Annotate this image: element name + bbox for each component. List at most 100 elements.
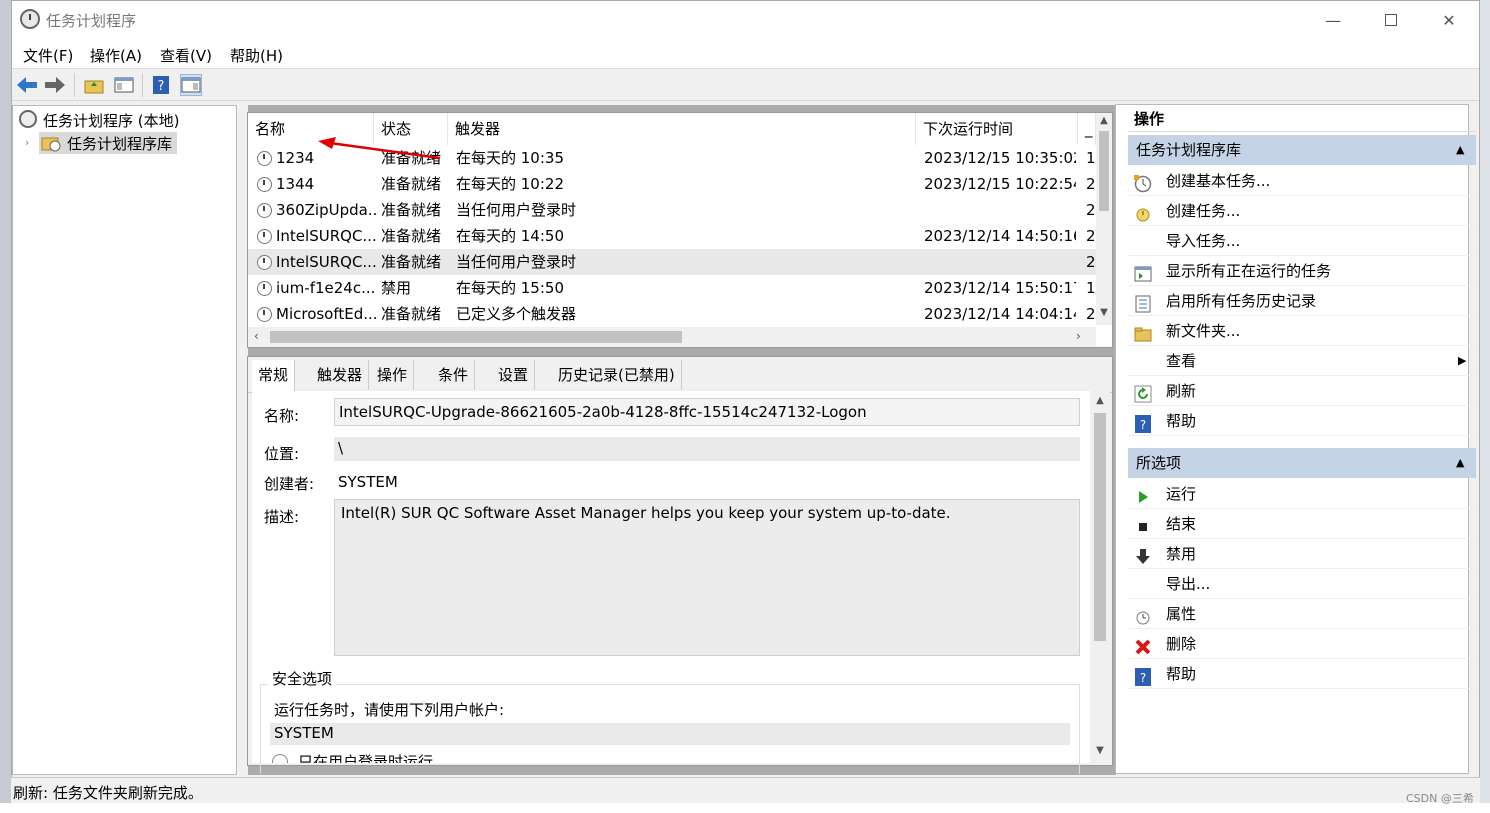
author-label: 创建者:	[264, 475, 315, 493]
task-next-run: 2023/12/14 15:50:17	[924, 279, 1076, 297]
column-more[interactable]: _	[1078, 113, 1096, 145]
scroll-left-icon[interactable]: ‹	[254, 329, 259, 343]
scroll-down-icon[interactable]: ▼	[1096, 307, 1112, 321]
export-icon	[1134, 576, 1152, 594]
detail-pane: 常规 触发器 操作 条件 设置 历史记录(已禁用) 名称: IntelSURQC…	[247, 356, 1113, 774]
hscroll-thumb[interactable]	[270, 331, 682, 343]
action-pane-icon	[181, 77, 201, 93]
show-hide-action-pane-button[interactable]	[180, 74, 202, 96]
action-end-label: 结束	[1166, 515, 1197, 533]
refresh-icon	[1134, 383, 1152, 403]
tab-actions[interactable]: 操作	[371, 360, 415, 390]
action-run[interactable]: 运行	[1128, 479, 1476, 509]
menu-action[interactable]: 操作(A)	[90, 45, 142, 66]
folder-clock-icon	[41, 137, 61, 152]
status-text: 刷新: 任务文件夹刷新完成。	[13, 784, 203, 802]
table-row[interactable]: IntelSURQC... 准备就绪 当任何用户登录时 2	[248, 249, 1096, 275]
tab-history[interactable]: 历史记录(已禁用)	[552, 360, 682, 390]
back-button[interactable]	[16, 74, 38, 96]
action-help[interactable]: ? 帮助	[1128, 406, 1476, 436]
scroll-right-icon[interactable]: ›	[1076, 329, 1081, 343]
menu-help[interactable]: 帮助(H)	[230, 45, 283, 66]
column-trigger[interactable]: 触发器	[448, 113, 916, 145]
radio-logged-on[interactable]	[272, 754, 288, 763]
horizontal-scrollbar[interactable]: ‹ ›	[248, 327, 1096, 347]
description-field[interactable]: Intel(R) SUR QC Software Asset Manager h…	[334, 499, 1080, 656]
action-create-basic-task-label: 创建基本任务...	[1166, 172, 1271, 190]
run-icon	[1134, 486, 1152, 504]
clock-icon	[19, 110, 37, 128]
name-field[interactable]: IntelSURQC-Upgrade-86621605-2a0b-4128-8f…	[334, 398, 1080, 426]
section-selected[interactable]: 所选项 ▲	[1128, 448, 1476, 478]
tab-conditions[interactable]: 条件	[432, 360, 476, 390]
action-new-folder[interactable]: 新文件夹...	[1128, 316, 1476, 346]
task-trigger: 在每天的 10:35	[456, 149, 564, 167]
action-refresh[interactable]: 刷新	[1128, 376, 1476, 406]
task-status: 准备就绪	[381, 305, 442, 323]
help-button[interactable]: ?	[150, 74, 172, 96]
collapse-up-icon[interactable]: ▲	[1456, 448, 1464, 478]
action-enable-history[interactable]: 启用所有任务历史记录	[1128, 286, 1476, 316]
minimize-icon: —	[1325, 10, 1341, 30]
tab-general[interactable]: 常规	[252, 360, 296, 393]
chevron-right-icon[interactable]: ›	[25, 136, 29, 149]
action-export[interactable]: 导出...	[1128, 569, 1476, 599]
action-show-running[interactable]: 显示所有正在运行的任务	[1128, 256, 1476, 286]
action-view[interactable]: 查看 ▶	[1128, 346, 1476, 376]
clock-icon	[20, 9, 40, 29]
forward-arrow-icon	[45, 77, 65, 93]
maximize-button[interactable]	[1362, 1, 1420, 39]
action-disable[interactable]: 禁用	[1128, 539, 1476, 569]
toolbar-separator	[142, 73, 143, 97]
close-button[interactable]: ✕	[1420, 1, 1478, 39]
table-row[interactable]: IntelSURQC... 准备就绪 在每天的 14:50 2023/12/14 14…	[248, 223, 1096, 249]
action-delete[interactable]: 删除	[1128, 629, 1476, 659]
task-name: IntelSURQC...	[276, 253, 376, 271]
show-hide-tree-button[interactable]	[113, 74, 135, 96]
action-create-basic-task[interactable]: 创建基本任务...	[1128, 166, 1476, 196]
up-folder-button[interactable]	[83, 74, 105, 96]
action-properties-label: 属性	[1166, 605, 1197, 623]
collapse-up-icon[interactable]: ▲	[1456, 135, 1464, 165]
table-row[interactable]: 360ZipUpda... 准备就绪 当任何用户登录时 2	[248, 197, 1096, 223]
action-create-task[interactable]: 创建任务...	[1128, 196, 1476, 226]
svg-text:?: ?	[1140, 671, 1146, 685]
status-bar: 刷新: 任务文件夹刷新完成。	[11, 777, 1480, 803]
menu-view[interactable]: 查看(V)	[160, 45, 212, 66]
actions-header: 操作	[1128, 106, 1476, 132]
table-row[interactable]: ium-f1e24c... 禁用 在每天的 15:50 2023/12/14 15:5…	[248, 275, 1096, 301]
detail-vertical-scrollbar[interactable]: ▲ ▼	[1090, 391, 1110, 763]
disable-icon	[1134, 546, 1152, 564]
menu-file[interactable]: 文件(F)	[23, 45, 73, 66]
vertical-scrollbar[interactable]: ▲ ▼	[1096, 113, 1112, 325]
detail-scroll-thumb[interactable]	[1094, 413, 1106, 641]
task-trigger: 当任何用户登录时	[456, 201, 577, 219]
table-row[interactable]: 1344 准备就绪 在每天的 10:22 2023/12/15 10:22:54 2	[248, 171, 1096, 197]
action-enable-history-label: 启用所有任务历史记录	[1166, 292, 1317, 310]
tab-settings[interactable]: 设置	[492, 360, 536, 390]
action-help-selected[interactable]: ? 帮助	[1128, 659, 1476, 689]
action-end[interactable]: 结束	[1128, 509, 1476, 539]
table-row[interactable]: MicrosoftEd... 准备就绪 已定义多个触发器 2023/12/14 14:…	[248, 301, 1096, 327]
task-name: ium-f1e24c...	[276, 279, 376, 297]
action-help-label: 帮助	[1166, 412, 1197, 430]
title-bar[interactable]: 任务计划程序 — ✕	[12, 1, 1479, 39]
scroll-down-icon[interactable]: ▼	[1090, 745, 1110, 756]
minimize-button[interactable]: —	[1304, 1, 1362, 39]
action-import-task[interactable]: 导入任务...	[1128, 226, 1476, 256]
action-properties[interactable]: 属性	[1128, 599, 1476, 629]
tree-root-label[interactable]: 任务计划程序 (本地)	[43, 110, 179, 131]
scroll-thumb[interactable]	[1099, 131, 1109, 211]
section-library[interactable]: 任务计划程序库 ▲	[1128, 135, 1476, 165]
task-extra: 2	[1086, 201, 1096, 219]
forward-button[interactable]	[44, 74, 66, 96]
tree-item-library[interactable]: 任务计划程序库	[39, 132, 177, 154]
svg-text:?: ?	[158, 79, 165, 94]
help-icon: ?	[1134, 413, 1152, 433]
column-next-run[interactable]: 下次运行时间	[916, 113, 1078, 145]
scroll-up-icon[interactable]: ▲	[1096, 115, 1112, 129]
task-extra: 2	[1086, 305, 1096, 323]
scroll-up-icon[interactable]: ▲	[1090, 395, 1110, 406]
action-disable-label: 禁用	[1166, 545, 1197, 563]
tab-triggers[interactable]: 触发器	[311, 360, 370, 390]
